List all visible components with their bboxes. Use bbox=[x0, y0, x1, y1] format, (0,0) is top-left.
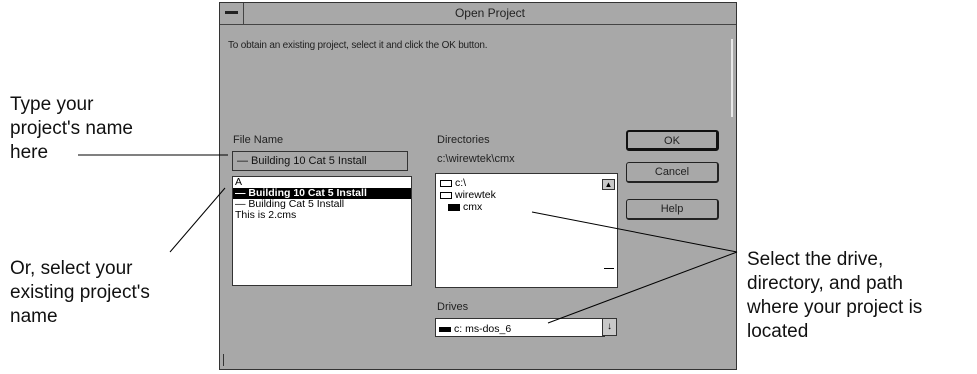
file-name-label: File Name bbox=[233, 134, 284, 146]
callout-select-drive: Select the drive, directory, and path wh… bbox=[747, 249, 923, 342]
folder-icon bbox=[448, 203, 460, 211]
resize-mark bbox=[223, 354, 224, 366]
file-name-input[interactable]: — Building 10 Cat 5 Install bbox=[232, 151, 408, 171]
ok-button[interactable]: OK bbox=[626, 130, 719, 151]
divider bbox=[731, 39, 733, 117]
current-path: c:\wirewtek\cmx bbox=[437, 153, 515, 165]
drive-dropdown-button[interactable]: ↓ bbox=[602, 318, 617, 336]
drives-label: Drives bbox=[437, 301, 469, 313]
instruction-text: To obtain an existing project, select it… bbox=[228, 40, 488, 51]
dialog-title: Open Project bbox=[454, 6, 526, 20]
drive-select[interactable]: c: ms-dos_6 bbox=[435, 318, 605, 337]
dir-item-cmx[interactable]: cmx bbox=[448, 202, 482, 213]
callout-select-existing: Or, select your existing project's name bbox=[10, 258, 150, 327]
help-button[interactable]: Help bbox=[626, 199, 719, 220]
drive-icon bbox=[439, 326, 451, 332]
file-list[interactable]: A — Building 10 Cat 5 Install — Building… bbox=[232, 176, 412, 286]
list-item[interactable]: This is 2.cms bbox=[233, 210, 411, 221]
system-menu-bar bbox=[225, 11, 238, 14]
title-bar: Open Project bbox=[220, 3, 736, 25]
open-project-dialog: Open Project To obtain an existing proje… bbox=[219, 2, 737, 370]
directories-label: Directories bbox=[437, 134, 490, 146]
system-menu-icon[interactable] bbox=[220, 3, 244, 24]
open-folder-icon bbox=[440, 179, 452, 187]
leader-line-select-existing bbox=[169, 187, 226, 253]
cancel-button[interactable]: Cancel bbox=[626, 162, 719, 183]
open-folder-icon bbox=[440, 191, 452, 199]
scroll-up-icon[interactable]: ▲ bbox=[602, 179, 615, 190]
scroll-mark bbox=[604, 268, 614, 269]
callout-type-name: Type your project's name here bbox=[10, 94, 133, 163]
dir-item-root[interactable]: c:\ bbox=[440, 178, 466, 189]
dir-item-wirewtek[interactable]: wirewtek bbox=[440, 190, 496, 201]
directory-list[interactable]: c:\ wirewtek cmx ▲ bbox=[435, 173, 618, 288]
